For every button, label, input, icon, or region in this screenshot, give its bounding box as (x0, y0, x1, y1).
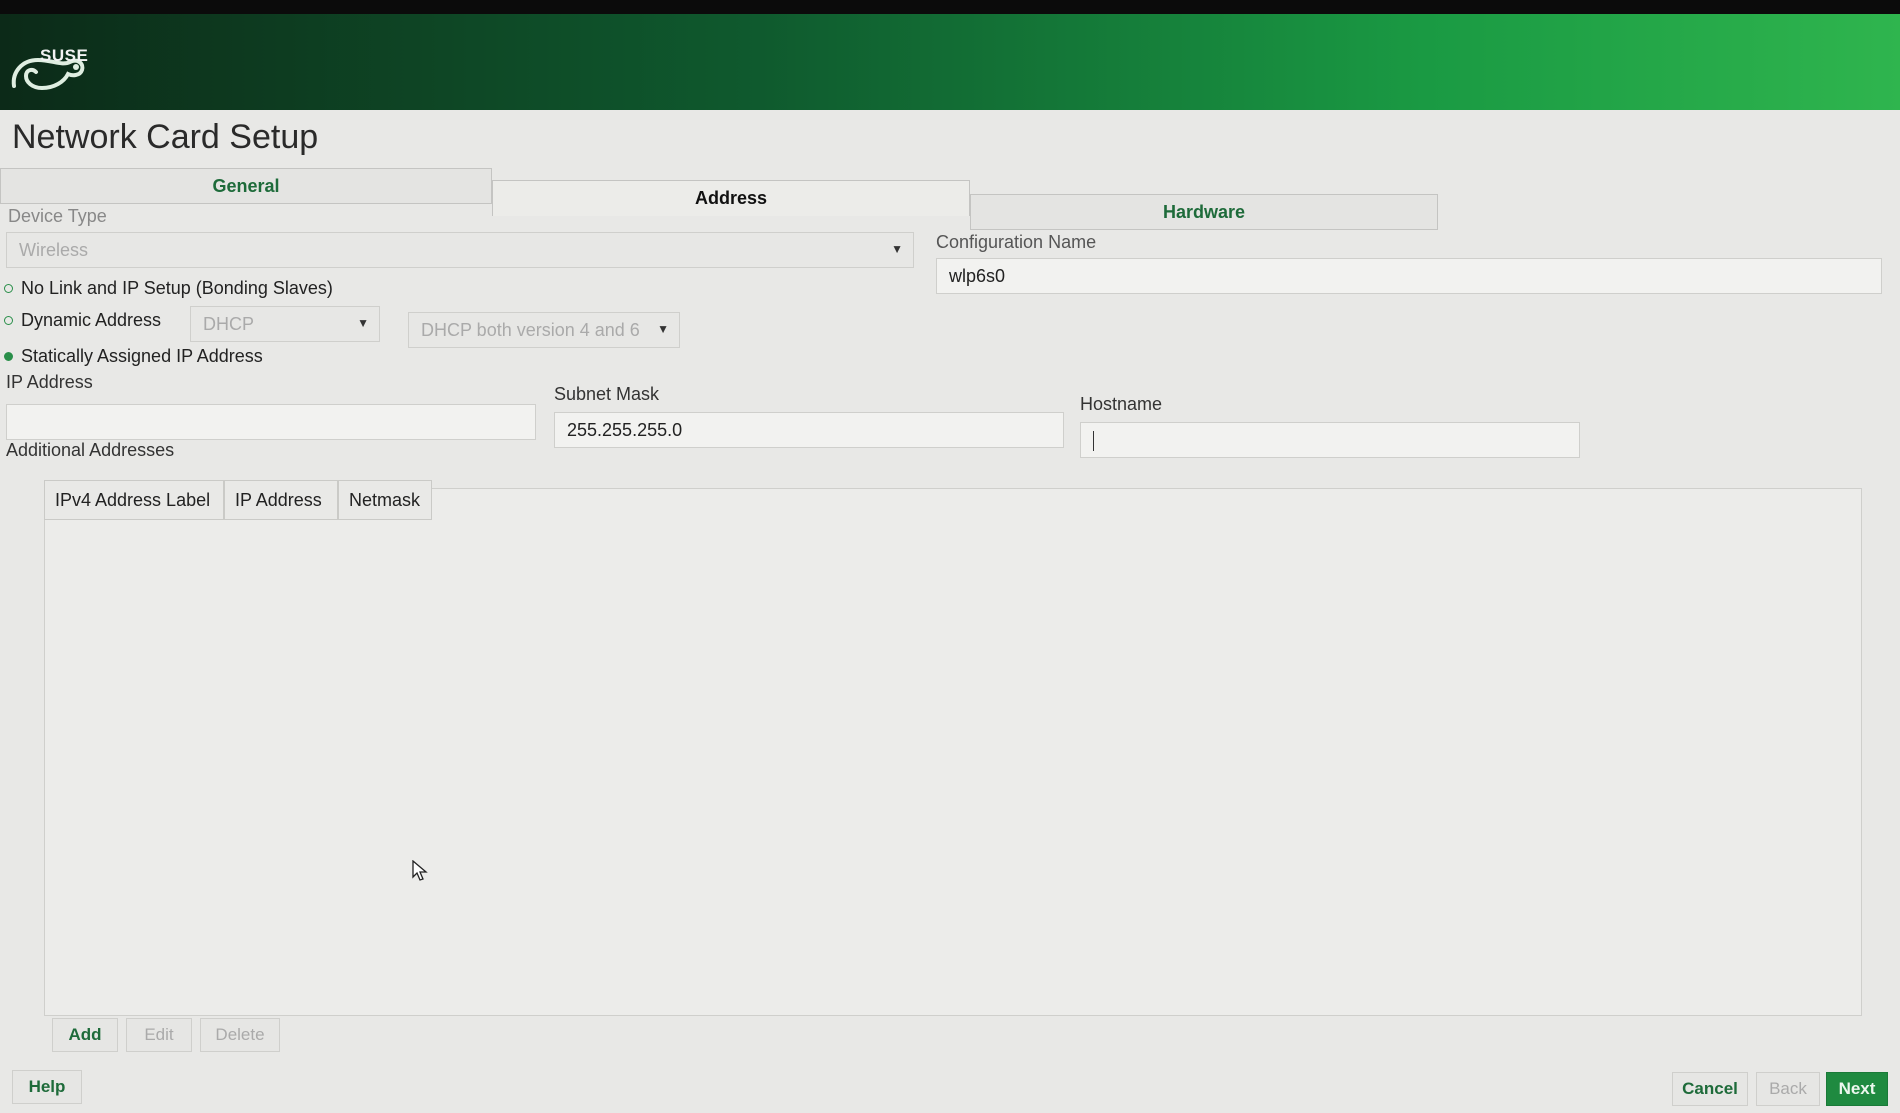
header-banner: SUSE (0, 0, 1900, 110)
add-button[interactable]: Add (52, 1018, 118, 1052)
logo-text: SUSE (40, 46, 89, 65)
back-button[interactable]: Back (1756, 1072, 1820, 1106)
tab-general[interactable]: General (0, 168, 492, 204)
hostname-input[interactable] (1080, 422, 1580, 458)
radio-no-link-label: No Link and IP Setup (Bonding Slaves) (21, 278, 333, 298)
chevron-down-icon: ▼ (891, 242, 903, 256)
hostname-label: Hostname (1080, 394, 1163, 414)
radio-dynamic[interactable]: Dynamic Address (4, 310, 161, 331)
ip-address-label: IP Address (6, 372, 93, 392)
device-type-combo: Wireless ▼ (6, 232, 914, 268)
radio-dynamic-label: Dynamic Address (21, 310, 162, 330)
radio-indicator (4, 352, 13, 361)
ip-address-input[interactable] (6, 404, 536, 440)
config-name-label: Configuration Name (936, 232, 1097, 252)
dhcp-method-value: DHCP (203, 314, 255, 334)
subnet-mask-input[interactable]: 255.255.255.0 (554, 412, 1064, 448)
radio-static[interactable]: Statically Assigned IP Address (4, 346, 263, 367)
delete-button[interactable]: Delete (200, 1018, 280, 1052)
tab-address[interactable]: Address (492, 180, 970, 216)
radio-static-label: Statically Assigned IP Address (21, 346, 263, 366)
cancel-button[interactable]: Cancel (1672, 1072, 1748, 1106)
edit-button[interactable]: Edit (126, 1018, 192, 1052)
device-type-label: Device Type (8, 206, 107, 226)
radio-indicator (4, 284, 13, 293)
device-type-value: Wireless (19, 240, 89, 260)
radio-no-link[interactable]: No Link and IP Setup (Bonding Slaves) (4, 278, 333, 299)
radio-indicator (4, 316, 13, 325)
tab-hardware[interactable]: Hardware (970, 194, 1438, 230)
dhcp-version-value: DHCP both version 4 and 6 (421, 320, 640, 340)
subnet-mask-label: Subnet Mask (554, 384, 660, 404)
additional-addresses-label: Additional Addresses (6, 440, 175, 460)
text-cursor (1093, 431, 1094, 452)
mouse-pointer-icon (412, 860, 428, 881)
chevron-down-icon: ▼ (357, 316, 369, 330)
config-name-input[interactable]: wlp6s0 (936, 258, 1882, 294)
page-title: Network Card Setup (12, 118, 319, 156)
column-header-ip-address[interactable]: IP Address (224, 480, 338, 520)
dhcp-version-combo: DHCP both version 4 and 6 ▼ (408, 312, 680, 348)
additional-addresses-table[interactable] (44, 488, 1862, 1016)
chevron-down-icon: ▼ (657, 322, 669, 336)
column-header-netmask[interactable]: Netmask (338, 480, 432, 520)
help-button[interactable]: Help (12, 1070, 82, 1104)
dhcp-method-combo: DHCP ▼ (190, 306, 380, 342)
column-header-ipv4-label[interactable]: IPv4 Address Label (44, 480, 224, 520)
next-button[interactable]: Next (1826, 1072, 1888, 1106)
